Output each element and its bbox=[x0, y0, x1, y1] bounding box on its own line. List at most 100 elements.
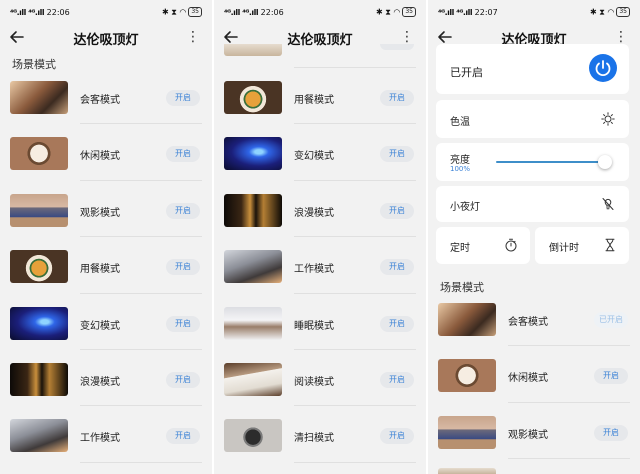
night-light-label: 小夜灯 bbox=[450, 202, 480, 213]
sun-icon bbox=[601, 112, 615, 126]
scene-thumbnail bbox=[10, 250, 68, 284]
app-header: 达伦吸顶灯 ⋮ bbox=[0, 26, 212, 50]
brightness-value: 100% bbox=[450, 165, 471, 173]
scene-label: 工作模式 bbox=[80, 433, 120, 445]
color-temperature-card[interactable]: 色温 bbox=[436, 100, 629, 138]
scene-row[interactable]: 清扫模式 开启 bbox=[214, 406, 426, 463]
status-bar: ⁴ᴳ.ıll ⁴ᴳ.ıll 22:06 ✱ ⧗ ◠ 35 bbox=[214, 0, 426, 24]
scene-row[interactable]: 会客模式 已开启 bbox=[428, 290, 640, 347]
signal-icon: ⁴ᴳ.ıll ⁴ᴳ.ıll bbox=[438, 8, 473, 17]
scene-label: 变幻模式 bbox=[80, 320, 120, 332]
status-bar: ⁴ᴳ.ıll ⁴ᴳ.ıll 22:06 ✱ ⧗ ◠ 35 bbox=[0, 0, 212, 24]
scene-row[interactable]: 观影模式 开启 bbox=[0, 181, 212, 238]
scene-label: 浪漫模式 bbox=[294, 207, 334, 219]
scene-thumbnail bbox=[438, 303, 496, 336]
scene-enable-button[interactable]: 开启 bbox=[166, 259, 200, 276]
scene-thumbnail bbox=[224, 419, 282, 453]
scene-enable-button[interactable]: 开启 bbox=[380, 371, 414, 388]
scene-row[interactable]: 观影模式 开启 bbox=[428, 403, 640, 460]
more-options-icon[interactable]: ⋮ bbox=[186, 29, 200, 45]
night-light-card[interactable]: 小夜灯 bbox=[436, 186, 629, 222]
scene-row[interactable]: 用餐模式 开启 bbox=[0, 237, 212, 294]
scene-label: 用餐模式 bbox=[294, 95, 334, 106]
scene-enable-button[interactable]: 开启 bbox=[594, 368, 628, 385]
scene-list: 用餐模式 开启 变幻模式 开启 浪漫模式 开启 工作模式 开启 睡眠模式 开启 阅读模式 开启 清扫模式… bbox=[214, 68, 426, 463]
scene-list: 会客模式 已开启 休闲模式 开启 观影模式 开启 bbox=[428, 290, 640, 460]
color-temperature-label: 色温 bbox=[450, 117, 470, 128]
power-toggle-button[interactable] bbox=[589, 54, 617, 82]
scene-row[interactable]: 会客模式 开启 bbox=[0, 68, 212, 125]
page-title: 达伦吸顶灯 bbox=[73, 33, 139, 48]
scene-active-button[interactable]: 已开启 bbox=[594, 312, 628, 328]
phone-screen-scene-list-scrolled: ⁴ᴳ.ıll ⁴ᴳ.ıll 22:06 ✱ ⧗ ◠ 35 达伦吸顶灯 ⋮ 用餐模式… bbox=[214, 0, 426, 474]
battery-icon: 35 bbox=[188, 7, 202, 17]
scene-label: 休闲模式 bbox=[80, 151, 120, 163]
scene-enable-button[interactable]: 开启 bbox=[380, 146, 414, 163]
scene-label: 清扫模式 bbox=[294, 433, 334, 445]
scene-label: 睡眠模式 bbox=[294, 320, 334, 332]
scene-thumbnail bbox=[10, 362, 68, 396]
scene-thumbnail bbox=[224, 137, 282, 171]
scene-enable-button[interactable]: 开启 bbox=[166, 371, 200, 388]
scene-label: 浪漫模式 bbox=[80, 376, 120, 388]
scene-enable-button[interactable]: 开启 bbox=[166, 315, 200, 332]
scene-row[interactable]: 变幻模式 开启 bbox=[214, 124, 426, 181]
more-options-icon[interactable]: ⋮ bbox=[400, 29, 414, 45]
scene-row[interactable]: 用餐模式 开启 bbox=[214, 68, 426, 125]
scene-enable-button[interactable]: 开启 bbox=[594, 424, 628, 441]
scene-thumbnail bbox=[10, 137, 68, 171]
scene-label: 工作模式 bbox=[294, 264, 334, 276]
scene-enable-button[interactable]: 开启 bbox=[380, 259, 414, 276]
scene-label: 休闲模式 bbox=[508, 373, 548, 385]
timer-card[interactable]: 定时 bbox=[436, 227, 530, 264]
scene-thumbnail bbox=[224, 306, 282, 340]
scene-enable-button[interactable]: 开启 bbox=[166, 202, 200, 219]
power-status-label: 已开启 bbox=[450, 66, 483, 79]
scene-thumbnail bbox=[224, 250, 282, 284]
timer-label: 定时 bbox=[450, 243, 470, 254]
scene-row[interactable]: 工作模式 开启 bbox=[214, 237, 426, 294]
scene-enable-button[interactable]: 开启 bbox=[380, 428, 414, 445]
scene-row[interactable]: 休闲模式 开启 bbox=[0, 124, 212, 181]
status-time: 22:06 bbox=[260, 8, 284, 17]
brightness-slider-thumb[interactable] bbox=[598, 155, 612, 169]
power-card[interactable]: 已开启 bbox=[436, 44, 629, 94]
scene-list: 会客模式 开启 休闲模式 开启 观影模式 开启 用餐模式 开启 变幻模式 开启 浪漫模式 开启 工作模式… bbox=[0, 68, 212, 463]
button-partial bbox=[380, 44, 414, 50]
scene-enable-button[interactable]: 开启 bbox=[380, 202, 414, 219]
hourglass-icon bbox=[605, 238, 615, 252]
scene-label: 观影模式 bbox=[508, 429, 548, 441]
scene-thumbnail-partial bbox=[438, 468, 496, 474]
divider bbox=[294, 461, 416, 463]
signal-icon: ⁴ᴳ.ıll ⁴ᴳ.ıll bbox=[10, 8, 45, 17]
status-time: 22:06 bbox=[46, 8, 70, 17]
scene-enable-button[interactable]: 开启 bbox=[166, 146, 200, 163]
scene-thumbnail bbox=[10, 81, 68, 114]
scene-row[interactable]: 工作模式 开启 bbox=[0, 406, 212, 463]
night-light-off-icon[interactable] bbox=[601, 197, 615, 211]
brightness-card: 亮度 100% bbox=[436, 143, 629, 181]
scene-label: 用餐模式 bbox=[80, 264, 120, 276]
battery-icon: 35 bbox=[402, 7, 416, 17]
scene-row[interactable]: 浪漫模式 开启 bbox=[0, 350, 212, 407]
scene-row[interactable]: 休闲模式 开启 bbox=[428, 346, 640, 403]
scene-thumbnail-partial bbox=[224, 44, 282, 56]
signal-icon: ⁴ᴳ.ıll ⁴ᴳ.ıll bbox=[224, 8, 259, 17]
power-icon bbox=[595, 60, 611, 77]
scene-label: 观影模式 bbox=[80, 207, 120, 219]
scene-row[interactable]: 睡眠模式 开启 bbox=[214, 294, 426, 350]
scene-enable-button[interactable]: 开启 bbox=[166, 428, 200, 445]
phone-screen-device-control: ⁴ᴳ.ıll ⁴ᴳ.ıll 22:07 ✱ ⧗ ◠ 35 达伦吸顶灯 ⋮ 已开启 … bbox=[428, 0, 640, 474]
scene-row[interactable]: 浪漫模式 开启 bbox=[214, 181, 426, 238]
scene-enable-button[interactable]: 开启 bbox=[380, 315, 414, 332]
status-icons: ✱ ⧗ ◠ bbox=[589, 7, 615, 17]
more-options-icon[interactable]: ⋮ bbox=[614, 29, 628, 45]
brightness-slider-track[interactable] bbox=[496, 161, 607, 163]
countdown-card[interactable]: 倒计时 bbox=[535, 227, 629, 264]
scene-row[interactable]: 变幻模式 开启 bbox=[0, 294, 212, 350]
scene-enable-button[interactable]: 开启 bbox=[166, 90, 200, 106]
scene-enable-button[interactable]: 开启 bbox=[380, 90, 414, 106]
scene-label: 变幻模式 bbox=[294, 151, 334, 163]
scene-row[interactable]: 阅读模式 开启 bbox=[214, 350, 426, 407]
scene-thumbnail bbox=[438, 415, 496, 449]
